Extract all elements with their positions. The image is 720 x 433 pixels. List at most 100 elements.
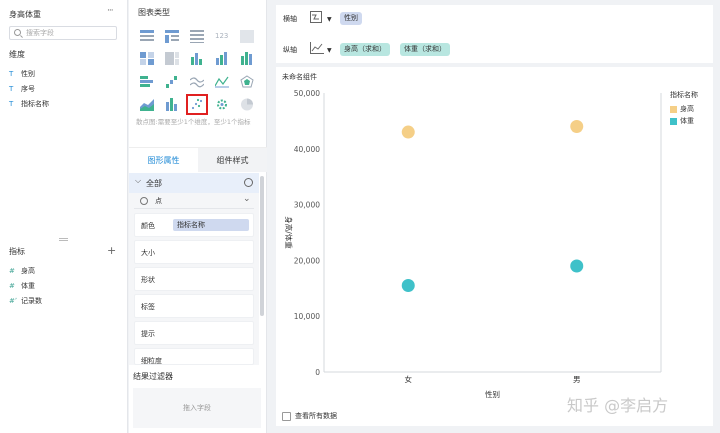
measures-label: 指标 [9, 247, 25, 256]
y-tick-label: 50,000 [294, 89, 320, 98]
area-line-icon[interactable] [214, 75, 229, 88]
caret-down-icon[interactable]: ▼ [327, 47, 332, 54]
mark-type-value: 点 [155, 197, 162, 205]
dimension-field-metric-name[interactable]: T 指标名称 [9, 99, 49, 109]
color-property[interactable]: 颜色 指标名称 [134, 213, 254, 237]
horizontal-bar-icon[interactable] [140, 75, 154, 88]
y-tick-label: 40,000 [294, 145, 320, 154]
search-icon [14, 29, 21, 36]
area-chart-icon[interactable] [140, 98, 154, 111]
axis-type-icon[interactable] [310, 42, 326, 54]
legend-item-weight[interactable]: 体重 [670, 116, 694, 126]
measure-field-record-count[interactable]: #ʼ 记录数 [9, 296, 42, 306]
search-placeholder: 搜索字段 [26, 29, 54, 37]
y-axis-label: 纵轴 [283, 46, 297, 54]
all-series-row[interactable]: ⌵ 全部 [129, 173, 259, 193]
chart-component: 未命名组件 0 10,000 20,000 30,000 40,000 50,000 女男性… [276, 67, 713, 426]
y-tick-label: 0 [315, 368, 320, 377]
axis-type-icon[interactable] [310, 11, 326, 23]
panel-resize-handle[interactable] [59, 238, 68, 241]
waterfall-icon[interactable] [165, 75, 179, 88]
text-type-icon: T [9, 70, 14, 78]
stacked-bar-icon[interactable] [215, 52, 229, 65]
y-axis-shelf: 纵轴 ▼ 身高（求和） 体重（求和） [276, 37, 713, 61]
dimensions-label: 维度 [9, 50, 25, 59]
measure-field-height[interactable]: # 身高 [9, 266, 35, 276]
measure-field-weight[interactable]: # 体重 [9, 281, 35, 291]
crosstab-icon[interactable] [165, 30, 179, 43]
more-icon[interactable]: ··· [107, 6, 114, 16]
percent-bar-icon[interactable] [240, 52, 254, 65]
pie-chart-icon[interactable] [240, 98, 254, 111]
y-axis-field-pill-height[interactable]: 身高（求和） [340, 43, 390, 56]
text-type-icon: T [9, 100, 14, 108]
scatter-point [401, 125, 415, 139]
x-axis-label: 横轴 [283, 15, 297, 23]
x-axis-field-pill[interactable]: 性别 [340, 12, 362, 25]
number-type-icon: # [9, 282, 15, 290]
checkbox[interactable] [282, 411, 291, 421]
all-series-label: 全部 [146, 179, 162, 188]
color-field-pill[interactable]: 指标名称 [173, 219, 249, 231]
scatter-point [570, 259, 584, 273]
tooltip-property[interactable]: 提示 [134, 321, 254, 345]
chart-type-tip: 散点图:需要至少1个维度，至少1个指标 [136, 118, 251, 126]
scatter-point [401, 279, 415, 293]
table-icon[interactable] [140, 30, 154, 43]
y-tick-label: 10,000 [294, 312, 320, 321]
y-tick-label: 20,000 [294, 256, 320, 265]
x-axis-shelf: 横轴 ▼ 性别 [276, 6, 713, 30]
y-axis-title: 身高/体重 [284, 216, 294, 249]
chevron-down-icon: ⌄ [243, 194, 251, 204]
scatter-chart-icon[interactable] [186, 94, 208, 115]
shape-property[interactable]: 形状 [134, 267, 254, 291]
add-icon[interactable]: + [107, 244, 116, 257]
treemap-icon[interactable] [165, 52, 179, 65]
legend-title: 指标名称 [670, 91, 698, 99]
dimension-field-index[interactable]: T 序号 [9, 84, 35, 94]
label-property[interactable]: 标签 [134, 294, 254, 318]
x-tick-label: 女 [405, 374, 413, 384]
text-block-icon[interactable] [240, 30, 254, 43]
view-all-data-toggle[interactable]: 查看所有数据 [282, 411, 337, 421]
result-filter-dropzone[interactable]: 拖入字段 [133, 388, 261, 428]
grouped-bar-icon[interactable] [190, 52, 204, 65]
detail-table-icon[interactable] [190, 30, 204, 43]
combo-bar-icon[interactable] [165, 98, 179, 111]
axes-shelf: 横轴 ▼ 性别 纵轴 ▼ 身高（求和） 体重（求和） [276, 5, 713, 63]
circle-toggle-icon[interactable] [244, 178, 253, 187]
watermark: 知乎 @李启方 [567, 396, 669, 415]
data-panel: 身高体重 ··· 搜索字段 维度 T 性别 T 序号 T 指标名称 指标 + #… [0, 0, 128, 433]
number-type-icon: # [9, 267, 15, 275]
props-scrollbar[interactable] [260, 176, 264, 316]
x-tick-label: 男 [573, 375, 581, 384]
tab-component-style[interactable]: 组件样式 [198, 148, 267, 172]
point-mark-icon [140, 197, 148, 205]
result-filter-title: 结果过滤器 [133, 372, 173, 381]
legend-item-height[interactable]: 身高 [670, 104, 694, 114]
caret-down-icon[interactable]: ▼ [327, 16, 332, 23]
x-axis-title: 性别 [485, 389, 500, 399]
config-panel: 图表类型 123 散点图:需要至少1个维度，至少1个指标 图形属性 组件样式 ⌵… [129, 0, 267, 433]
y-axis-field-pill-weight[interactable]: 体重（求和） [400, 43, 450, 56]
mark-type-select[interactable]: 点 ⌄ [134, 194, 254, 209]
number-type-icon: #ʼ [9, 297, 18, 305]
text-type-icon: T [9, 85, 14, 93]
size-property[interactable]: 大小 [134, 240, 254, 264]
y-tick-label: 30,000 [294, 201, 320, 210]
legend-swatch [670, 105, 677, 113]
tab-graph-props[interactable]: 图形属性 [129, 148, 198, 172]
line-chart-icon[interactable] [189, 75, 205, 88]
dimension-field-gender[interactable]: T 性别 [9, 69, 35, 79]
granularity-property[interactable]: 细粒度 [134, 348, 254, 365]
dataset-title: 身高体重 [9, 10, 41, 19]
heatmap-table-icon[interactable] [140, 52, 154, 65]
radar-chart-icon[interactable] [240, 75, 254, 88]
scatter-plot: 0 10,000 20,000 30,000 40,000 50,000 女 男性别 身高/体重 [284, 89, 662, 399]
bubble-chart-icon[interactable] [215, 98, 229, 111]
scatter-point [570, 119, 584, 133]
legend-swatch [670, 117, 677, 125]
field-search-input[interactable]: 搜索字段 [9, 26, 117, 40]
kpi-number-icon[interactable]: 123 [215, 30, 229, 43]
chevron-down-icon: ⌵ [135, 176, 142, 185]
